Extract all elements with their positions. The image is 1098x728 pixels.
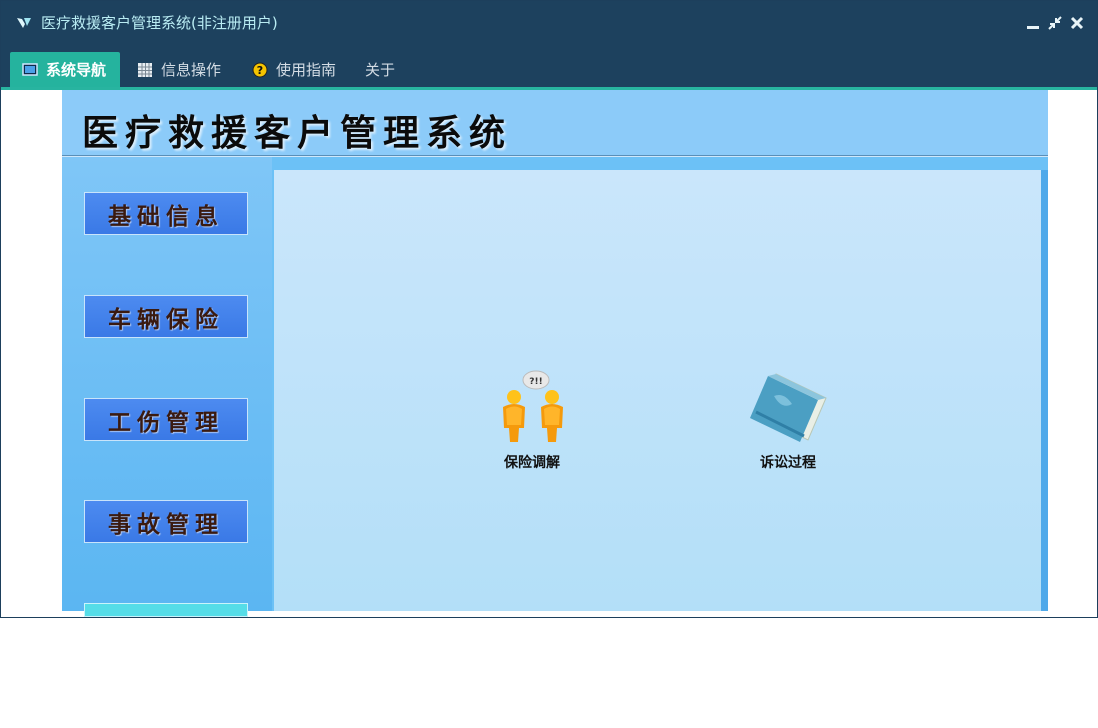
menu-bar: 系统导航 信息操作 ? 使用指南 关于 <box>1 45 1097 90</box>
main-area: ?!! 保险调解 诉讼过程 <box>274 170 1041 611</box>
tab-about[interactable]: 关于 <box>365 52 395 87</box>
sidebar-item-basic-info[interactable]: 基础信息 <box>84 192 248 235</box>
sidebar-item-work-injury[interactable]: 工伤管理 <box>84 398 248 441</box>
sidebar-item-vehicle-insurance[interactable]: 车辆保险 <box>84 295 248 338</box>
tab-user-guide[interactable]: ? 使用指南 <box>252 52 336 87</box>
svg-text:?!!: ?!! <box>529 377 542 387</box>
insurance-mediation-button[interactable]: ?!! 保险调解 <box>477 370 587 472</box>
page-title: 医疗救援客户管理系统 <box>82 113 513 154</box>
svg-text:?: ? <box>257 64 263 77</box>
sidebar-item-partial[interactable] <box>84 603 248 617</box>
window-title: 医疗救援客户管理系统(非注册用户) <box>41 14 278 32</box>
app-logo-icon <box>15 15 33 31</box>
minimize-button[interactable] <box>1025 15 1041 31</box>
tab-label: 使用指南 <box>276 61 337 79</box>
function-label: 诉讼过程 <box>760 455 816 471</box>
title-bar: 医疗救援客户管理系统(非注册用户) <box>1 1 1097 45</box>
grid-icon <box>137 62 153 78</box>
monitor-icon <box>22 62 38 78</box>
sidebar: 基础信息 车辆保险 工伤管理 事故管理 <box>62 157 272 617</box>
main-area-edge <box>1041 170 1048 611</box>
book-icon <box>733 370 843 444</box>
app-window: 医疗救援客户管理系统(非注册用户) 系统导航 信息操作 ? 使用指南 关于 医疗… <box>0 0 1098 618</box>
function-label: 保险调解 <box>504 455 560 471</box>
sidebar-item-accident[interactable]: 事故管理 <box>84 500 248 543</box>
people-talk-icon: ?!! <box>477 370 587 444</box>
tab-label: 关于 <box>365 61 396 79</box>
close-button[interactable] <box>1069 15 1085 31</box>
content-frame: 医疗救援客户管理系统 基础信息 车辆保险 工伤管理 事故管理 ?!! 保险调解 … <box>1 90 1097 617</box>
tab-label: 系统导航 <box>46 61 107 79</box>
app-panel: 医疗救援客户管理系统 基础信息 车辆保险 工伤管理 事故管理 ?!! 保险调解 … <box>62 90 1048 617</box>
restore-button[interactable] <box>1047 15 1063 31</box>
header-banner: 医疗救援客户管理系统 <box>62 90 1048 156</box>
tab-system-nav[interactable]: 系统导航 <box>10 52 120 87</box>
litigation-process-button[interactable]: 诉讼过程 <box>733 370 843 472</box>
help-icon: ? <box>252 62 268 78</box>
tab-label: 信息操作 <box>161 61 222 79</box>
tab-info-ops[interactable]: 信息操作 <box>137 52 221 87</box>
